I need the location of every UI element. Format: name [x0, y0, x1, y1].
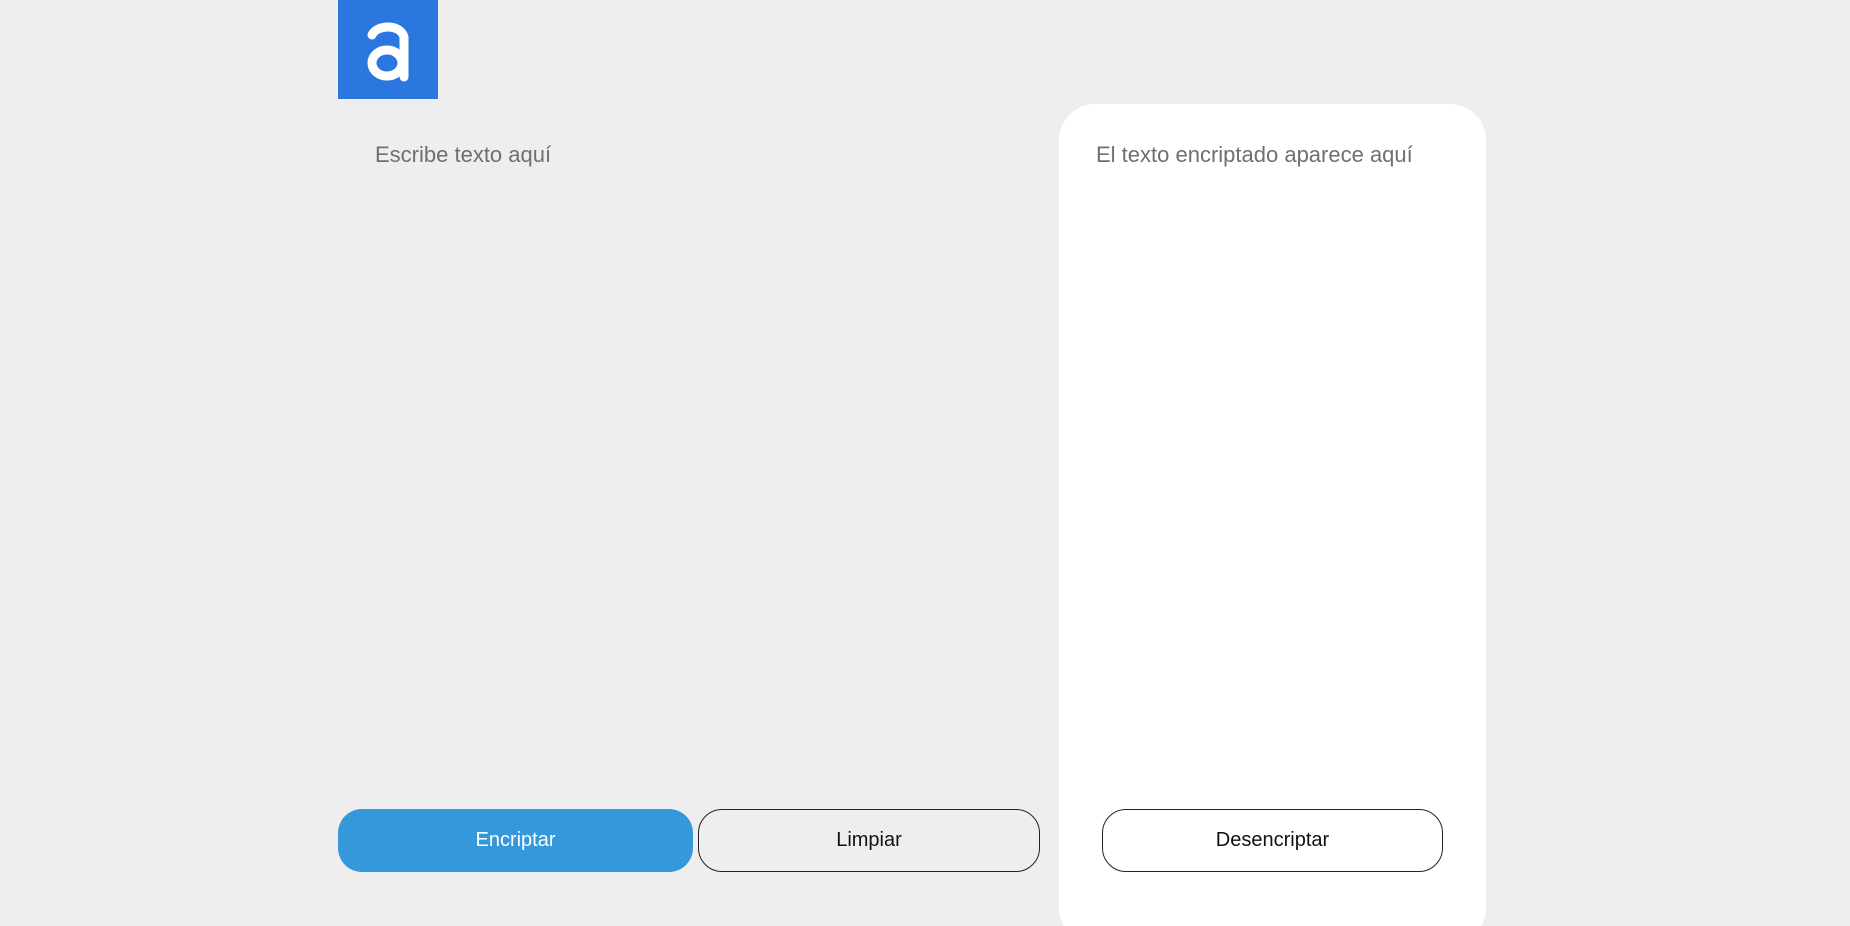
- encrypt-button[interactable]: Encriptar: [338, 809, 693, 872]
- input-text-area[interactable]: [338, 122, 1040, 782]
- clear-button[interactable]: Limpiar: [698, 809, 1040, 872]
- output-panel: Desencriptar: [1059, 104, 1486, 926]
- letter-a-logo-icon: [367, 22, 409, 81]
- logo: [338, 0, 438, 99]
- app-root: Encriptar Limpiar Desencriptar: [0, 0, 1850, 926]
- output-text-area[interactable]: [1059, 122, 1486, 782]
- decrypt-button[interactable]: Desencriptar: [1102, 809, 1443, 872]
